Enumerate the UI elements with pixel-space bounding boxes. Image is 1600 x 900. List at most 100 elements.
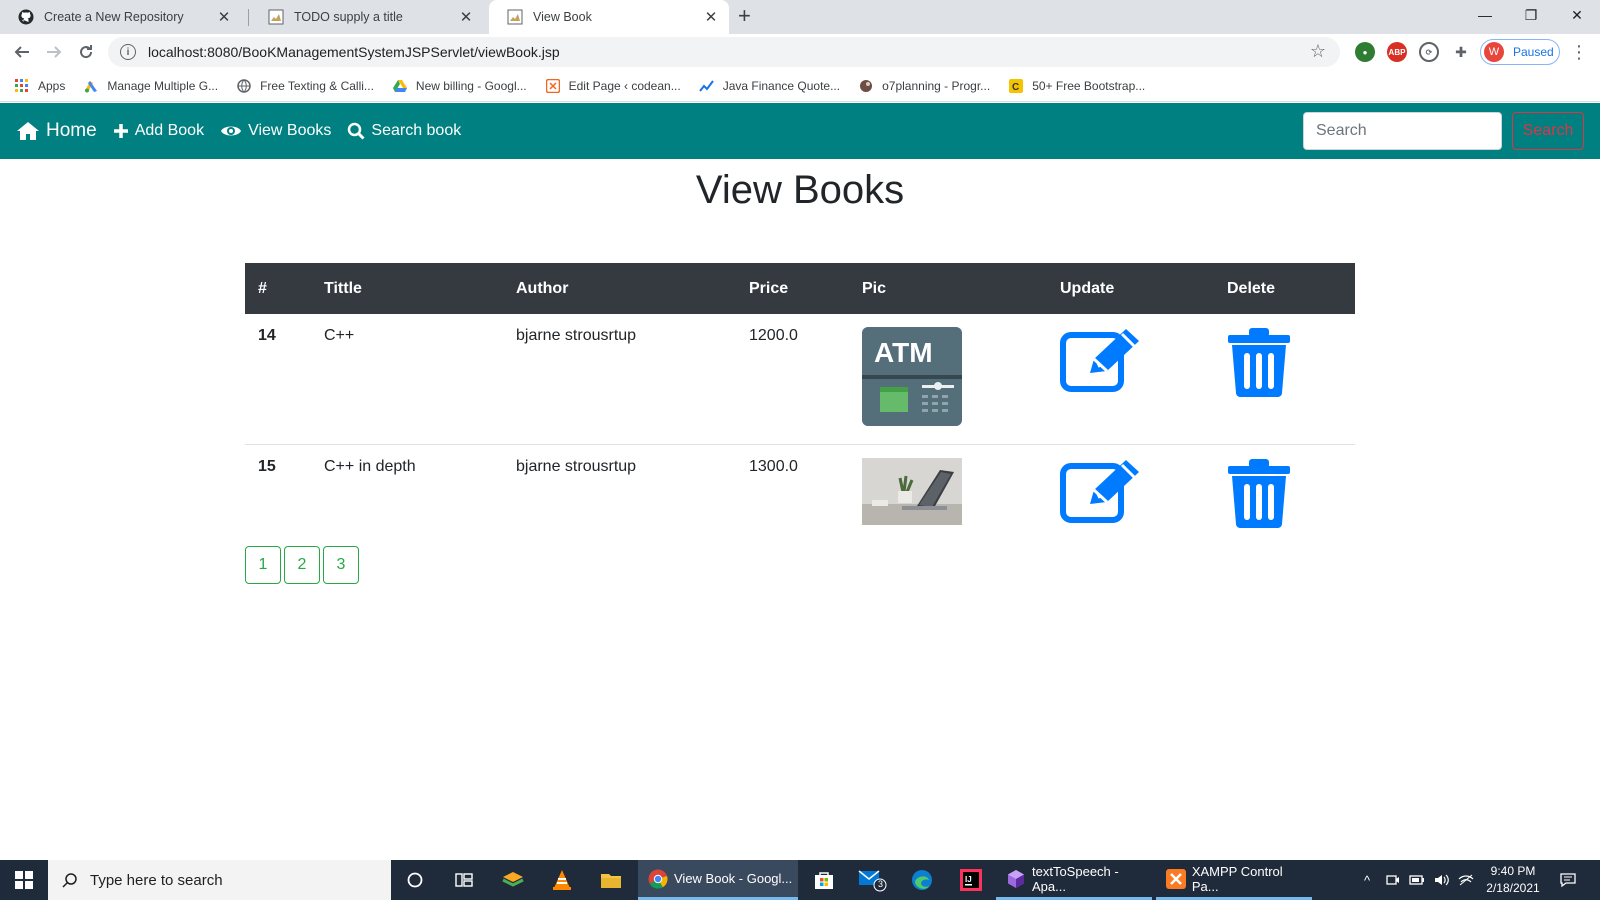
book-author: bjarne strousrtup (516, 327, 637, 344)
bookmark-new-billing[interactable]: New billing - Googl... (392, 78, 527, 94)
new-tab-button[interactable]: + (738, 5, 751, 27)
bookmark-star-icon[interactable]: ☆ (1310, 41, 1326, 62)
globe-icon (236, 78, 252, 94)
windows-start-icon[interactable] (0, 860, 48, 900)
trash-icon[interactable] (1227, 328, 1291, 401)
tab-title: TODO supply a title (294, 10, 403, 24)
taskbar-app-chrome[interactable]: View Book - Googl... (638, 860, 798, 900)
close-tab-icon[interactable]: ✕ (458, 8, 474, 26)
edge-icon[interactable] (906, 864, 938, 896)
edit-icon[interactable] (1060, 329, 1142, 397)
bookmark-label: Manage Multiple G... (107, 78, 219, 93)
close-tab-icon[interactable]: ✕ (703, 8, 719, 26)
sync-extension-icon[interactable]: ⟳ (1419, 42, 1439, 62)
page-link-1[interactable]: 1 (245, 546, 281, 584)
apps-grid-icon (14, 78, 30, 94)
profile-status: Paused (1513, 45, 1554, 59)
nav-add-book[interactable]: Add Book (113, 122, 204, 140)
microsoft-store-icon[interactable] (808, 864, 840, 896)
avatar: W (1484, 42, 1504, 62)
mail-badge: 3 (878, 879, 884, 889)
taskbar-clock[interactable]: 9:40 PM 2/18/2021 (1478, 863, 1548, 897)
xampp-icon (1166, 868, 1186, 889)
bookmark-free-texting[interactable]: Free Texting & Calli... (236, 78, 374, 94)
pagination: 1 2 3 (245, 546, 362, 584)
bookmark-java-finance[interactable]: Java Finance Quote... (698, 78, 840, 94)
bookmark-bootstrap[interactable]: C 50+ Free Bootstrap... (1008, 78, 1145, 94)
nav-search-book[interactable]: Search book (347, 122, 461, 140)
meet-now-icon[interactable] (1386, 860, 1400, 900)
books-table: # Tittle Author Price Pic Update Delete … (245, 263, 1355, 546)
bookmark-label: Edit Page ‹ codean... (568, 78, 681, 93)
adblock-icon[interactable]: ABP (1387, 42, 1407, 62)
notifications-icon[interactable] (1560, 860, 1576, 900)
tab-todo[interactable]: TODO supply a title ✕ (250, 0, 484, 34)
mail-icon[interactable]: 3 (857, 864, 889, 896)
nav-home[interactable]: Home (16, 120, 97, 142)
app-navbar: Home Add Book View Books Search book Sea… (0, 103, 1600, 159)
cortana-icon[interactable] (399, 864, 431, 896)
back-arrow-icon[interactable] (10, 40, 34, 64)
taskbar-search-box[interactable]: Type here to search (48, 860, 391, 900)
netbeans-icon (1006, 869, 1026, 889)
atm-image: ATM (862, 327, 962, 431)
update-cell (1047, 314, 1214, 445)
bookmark-o7planning[interactable]: o7planning - Progr... (858, 78, 990, 94)
svg-text:IJ: IJ (965, 875, 972, 884)
restore-icon[interactable]: ❐ (1508, 0, 1554, 30)
trash-icon[interactable] (1227, 459, 1291, 532)
info-icon[interactable]: i (120, 44, 136, 60)
file-explorer-icon[interactable] (595, 864, 627, 896)
edit-icon[interactable] (1060, 460, 1142, 528)
bookmark-label: Apps (38, 78, 66, 93)
vlc-icon[interactable] (546, 864, 578, 896)
table-header-row: # Tittle Author Price Pic Update Delete (245, 263, 1355, 314)
table-row: 14 C++ bjarne strousrtup 1200.0 ATM (245, 314, 1355, 445)
taskbar-search-placeholder: Type here to search (90, 871, 223, 889)
bookmark-apps[interactable]: Apps (14, 78, 65, 94)
laptop-desk-image (862, 458, 962, 530)
puzzle-extensions-icon[interactable]: ✚ (1451, 42, 1471, 62)
wifi-icon[interactable] (1458, 860, 1474, 900)
taskbar-app-xampp[interactable]: XAMPP Control Pa... (1156, 860, 1312, 900)
task-view-icon[interactable] (448, 864, 480, 896)
page-icon (268, 9, 284, 25)
nav-home-label: Home (46, 120, 97, 141)
bookmark-label: o7planning - Progr... (882, 78, 991, 93)
close-tab-icon[interactable]: ✕ (216, 8, 232, 26)
column-header: Author (503, 263, 736, 314)
tab-title: Create a New Repository (44, 10, 184, 24)
bookmark-edit-page[interactable]: Edit Page ‹ codean... (545, 78, 681, 94)
taskbar-app-netbeans[interactable]: textToSpeech - Apa... (996, 860, 1152, 900)
eye-icon (220, 123, 242, 139)
show-hidden-icons-chevron-icon[interactable]: ^ (1364, 860, 1370, 900)
bookmark-label: Free Texting & Calli... (260, 78, 374, 93)
address-bar[interactable]: i localhost:8080/BooKManagementSystemJSP… (108, 37, 1340, 67)
bookmark-label: 50+ Free Bootstrap... (1032, 78, 1146, 93)
page-link-2[interactable]: 2 (284, 546, 320, 584)
nav-view-books[interactable]: View Books (220, 122, 331, 140)
tab-create-repository[interactable]: Create a New Repository ✕ (0, 0, 242, 34)
page-link-3[interactable]: 3 (323, 546, 359, 584)
search-button[interactable]: Search (1512, 112, 1584, 150)
profile-button[interactable]: W Paused (1480, 39, 1560, 65)
tab-view-book[interactable]: View Book ✕ (489, 0, 729, 34)
close-window-icon[interactable]: ✕ (1554, 0, 1600, 30)
minimize-icon[interactable]: — (1462, 0, 1508, 30)
intellij-icon[interactable]: IJ (955, 864, 987, 896)
volume-icon[interactable] (1434, 860, 1450, 900)
column-header: Tittle (311, 263, 503, 314)
forward-arrow-icon[interactable] (42, 40, 66, 64)
extension-globe-icon[interactable]: ● (1355, 42, 1375, 62)
nav-search-book-label: Search book (371, 122, 462, 139)
tab-title: View Book (533, 10, 592, 24)
search-input[interactable]: Search (1303, 112, 1502, 150)
book-title: C++ (324, 327, 355, 344)
battery-icon[interactable] (1409, 860, 1425, 900)
stacks-app-icon[interactable] (497, 864, 529, 896)
clock-date: 2/18/2021 (1486, 881, 1540, 895)
reload-icon[interactable] (74, 40, 98, 64)
codeanywhere-icon (545, 78, 561, 94)
bookmark-manage-multiple[interactable]: Manage Multiple G... (83, 78, 218, 94)
browser-menu-icon[interactable]: ⋮ (1570, 42, 1588, 63)
